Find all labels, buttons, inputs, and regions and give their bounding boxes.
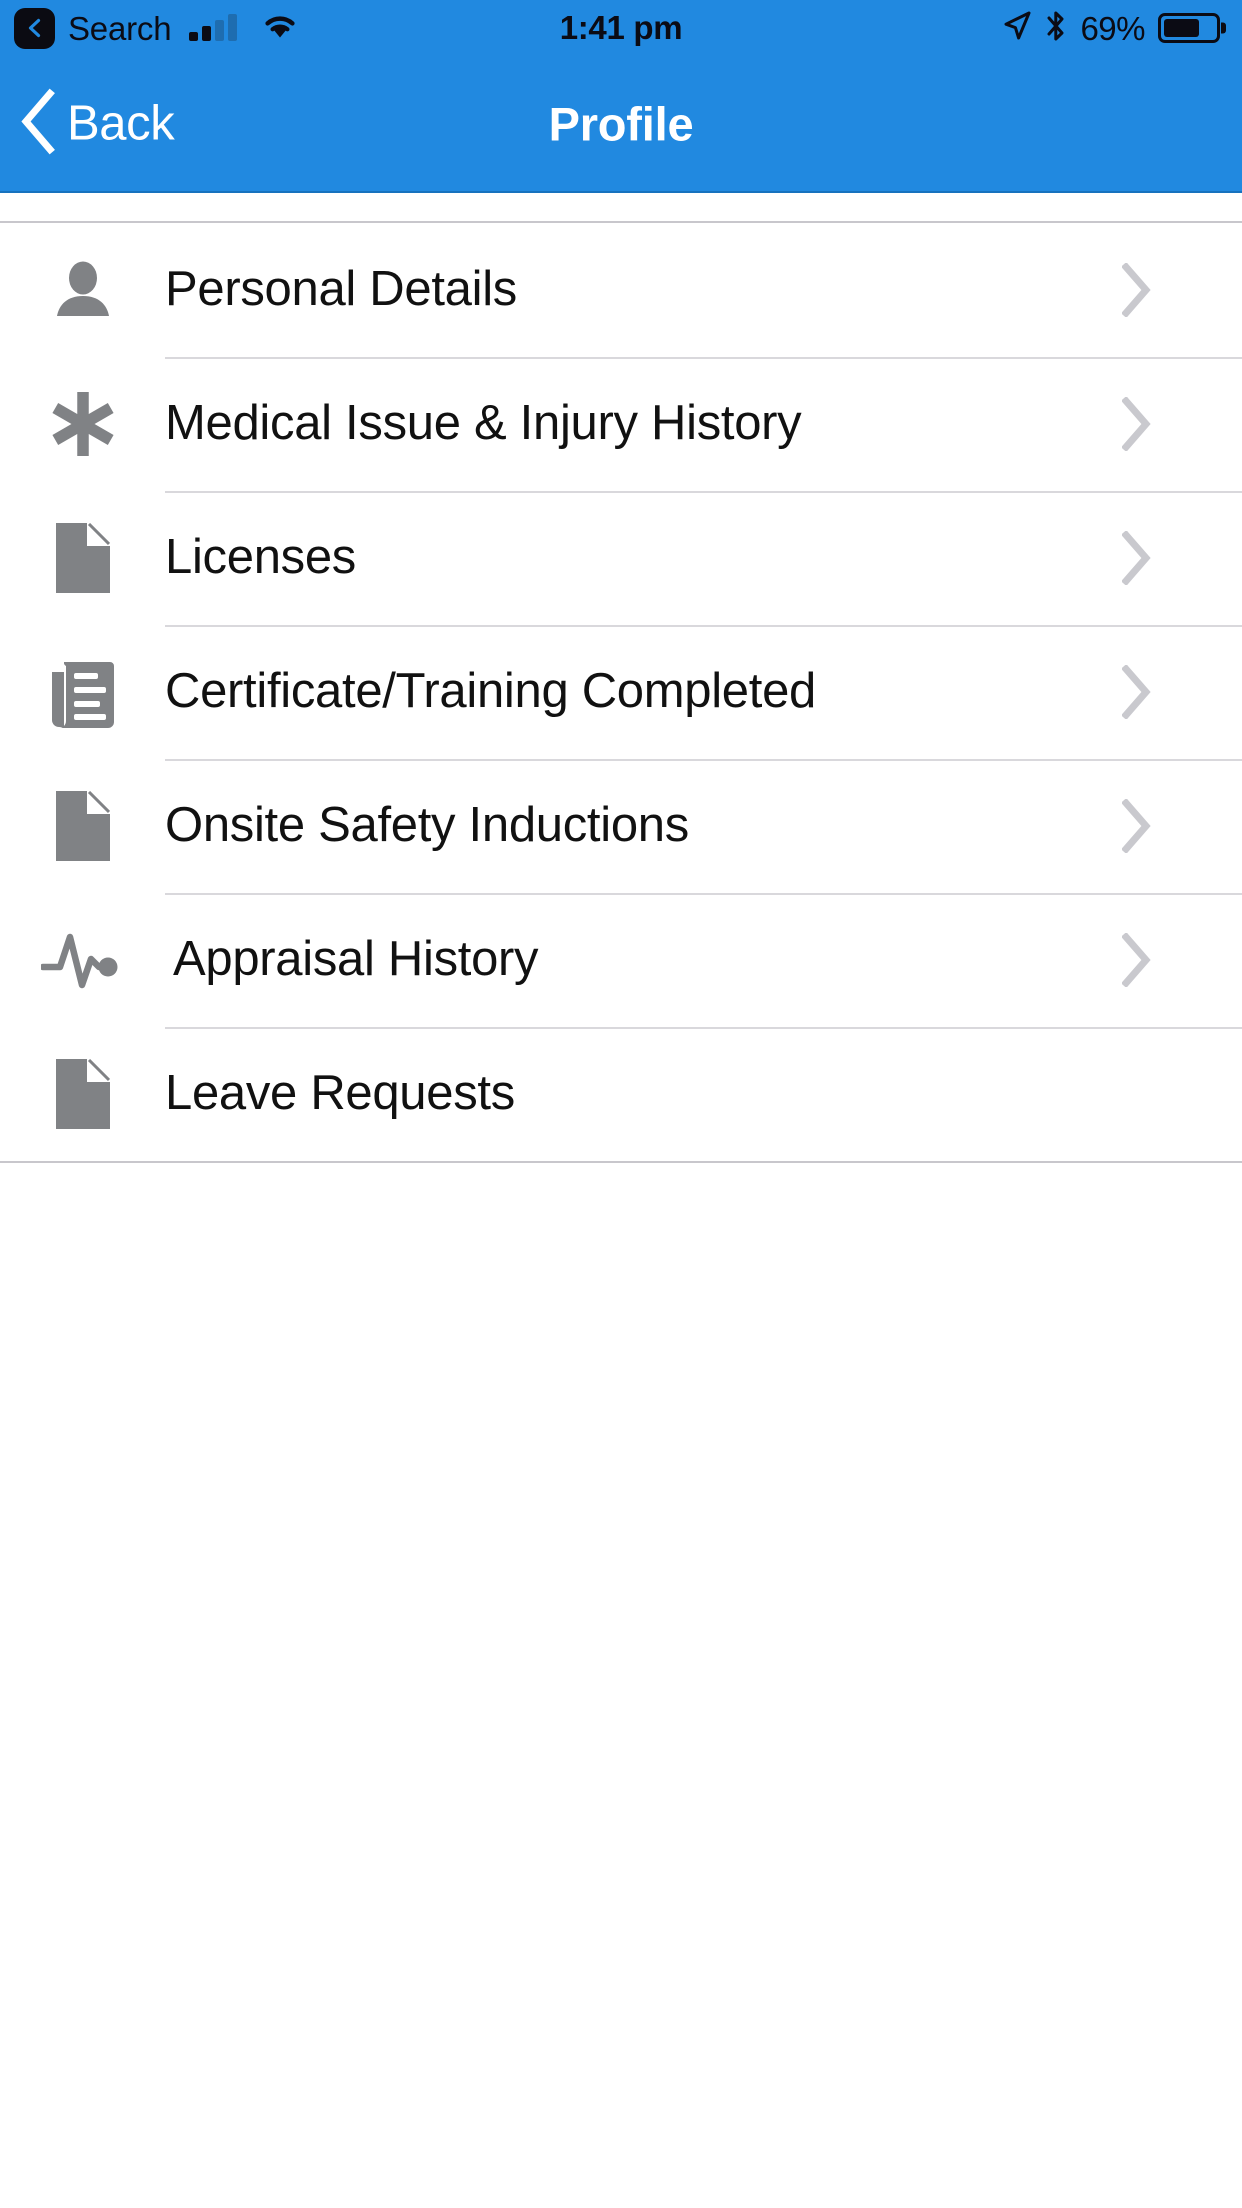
chevron-right-icon (1122, 933, 1242, 987)
chevron-right-icon (1122, 799, 1242, 853)
list-top-spacer (0, 193, 1242, 221)
list-item[interactable]: Medical Issue & Injury History (0, 357, 1242, 491)
document-icon (0, 791, 165, 861)
page-title: Profile (548, 97, 694, 150)
wifi-icon (260, 11, 300, 45)
cellular-signal-icon (189, 13, 238, 41)
list-item[interactable]: Certificate/Training Completed (0, 625, 1242, 759)
certificate-lines-icon (0, 656, 165, 728)
status-back-app-label: Search (68, 9, 172, 47)
document-icon (0, 1059, 165, 1129)
chevron-left-badge-icon (24, 17, 46, 39)
list-item-label: Leave Requests (165, 1066, 515, 1121)
battery-percent-label: 69% (1080, 9, 1145, 47)
list-item[interactable]: Licenses (0, 491, 1242, 625)
person-icon (0, 258, 165, 322)
battery-fill-level (1164, 19, 1199, 37)
back-to-search-app-button[interactable] (14, 7, 55, 49)
list-item-label: Medical Issue & Injury History (165, 396, 802, 451)
asterisk-medical-icon (0, 388, 165, 460)
location-arrow-icon (1002, 10, 1032, 46)
chevron-right-icon (1122, 665, 1242, 719)
empty-content-area (0, 1163, 1242, 2201)
bluetooth-icon (1045, 9, 1067, 48)
chevron-right-icon (1122, 263, 1242, 317)
navigation-bar: Back Profile (0, 56, 1242, 193)
list-item-label: Certificate/Training Completed (165, 664, 816, 719)
status-bar: Search 1:41 pm 69% (0, 0, 1242, 56)
battery-icon (1158, 13, 1220, 43)
profile-menu-list: Personal Details Medical Issue & Injury H… (0, 221, 1242, 1163)
document-icon (0, 523, 165, 593)
list-item[interactable]: Leave Requests (0, 1027, 1242, 1161)
chevron-right-icon (1122, 531, 1242, 585)
list-item[interactable]: Onsite Safety Inductions (0, 759, 1242, 893)
pulse-activity-icon (0, 929, 165, 991)
list-item-label: Licenses (165, 530, 356, 585)
status-bar-right-group: 69% (1002, 9, 1220, 48)
list-item-label: Onsite Safety Inductions (165, 798, 689, 853)
list-item-label: Appraisal History (173, 932, 539, 987)
list-item[interactable]: Personal Details (0, 223, 1242, 357)
status-bar-left-group: Search (14, 7, 300, 49)
chevron-right-icon (1122, 397, 1242, 451)
list-item[interactable]: Appraisal History (0, 893, 1242, 1027)
list-item-label: Personal Details (165, 262, 517, 317)
